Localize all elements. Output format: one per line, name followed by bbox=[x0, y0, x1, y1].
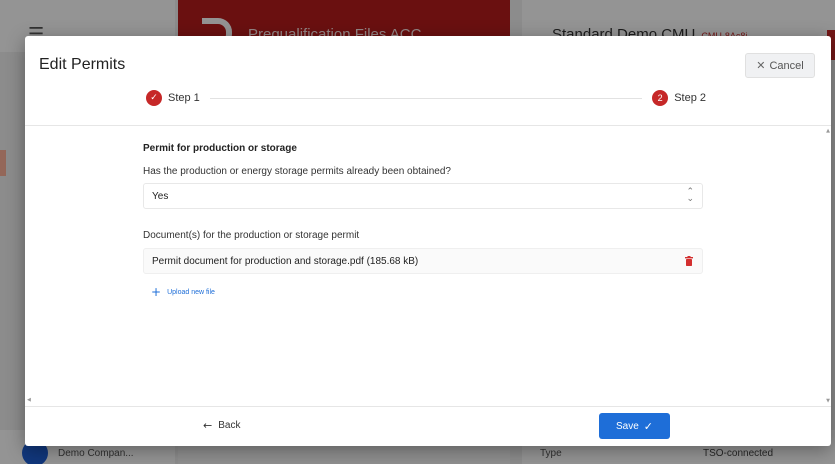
file-name: Permit document for production and stora… bbox=[152, 255, 419, 267]
scroll-left-icon[interactable]: ◀ bbox=[27, 397, 31, 403]
permit-obtained-value: Yes bbox=[152, 190, 169, 202]
stepper-line bbox=[210, 98, 642, 99]
back-button[interactable]: ← Back bbox=[203, 419, 240, 432]
scroll-down-icon[interactable]: ▼ bbox=[826, 398, 830, 404]
permit-obtained-label: Has the production or energy storage per… bbox=[143, 166, 451, 177]
section-title: Permit for production or storage bbox=[143, 143, 297, 154]
back-label: Back bbox=[218, 420, 241, 431]
step-1-label: Step 1 bbox=[168, 92, 200, 104]
upload-new-file-button[interactable]: + Upload new file bbox=[151, 285, 215, 299]
dialog-header: Edit Permits ✕ Cancel ✓ Step 1 2 Step 2 bbox=[25, 36, 831, 126]
check-icon: ✓ bbox=[146, 90, 162, 106]
save-button[interactable]: Save ✓ bbox=[599, 413, 670, 439]
upload-label: Upload new file bbox=[167, 288, 215, 296]
scroll-up-icon[interactable]: ▲ bbox=[826, 128, 830, 134]
trash-icon bbox=[685, 256, 693, 266]
edit-permits-dialog: Edit Permits ✕ Cancel ✓ Step 1 2 Step 2 … bbox=[25, 36, 831, 446]
step-2-number: 2 bbox=[652, 90, 669, 106]
documents-label: Document(s) for the production or storag… bbox=[143, 230, 360, 241]
step-2-label: Step 2 bbox=[674, 92, 706, 104]
dialog-footer: ← Back Save ✓ bbox=[25, 406, 831, 446]
plus-icon: + bbox=[151, 285, 162, 299]
dialog-body: Permit for production or storage Has the… bbox=[25, 126, 831, 406]
file-item: Permit document for production and stora… bbox=[143, 248, 703, 274]
save-label: Save bbox=[615, 420, 639, 432]
dialog-title: Edit Permits bbox=[39, 56, 126, 73]
permit-obtained-select[interactable]: Yes ⌃ ⌄ bbox=[143, 183, 703, 209]
cancel-label: Cancel bbox=[769, 59, 804, 72]
delete-file-button[interactable] bbox=[684, 255, 694, 267]
close-icon: ✕ bbox=[756, 59, 766, 72]
check-icon: ✓ bbox=[643, 419, 653, 433]
step-2[interactable]: 2 Step 2 bbox=[652, 90, 706, 106]
select-arrows-icon: ⌃ ⌄ bbox=[686, 187, 694, 204]
arrow-left-icon: ← bbox=[203, 419, 213, 432]
cancel-button[interactable]: ✕ Cancel bbox=[745, 53, 815, 78]
stepper: ✓ Step 1 2 Step 2 bbox=[146, 90, 706, 108]
step-1[interactable]: ✓ Step 1 bbox=[146, 90, 200, 106]
vertical-scrollbar[interactable]: ▲ ▼ bbox=[823, 126, 831, 406]
